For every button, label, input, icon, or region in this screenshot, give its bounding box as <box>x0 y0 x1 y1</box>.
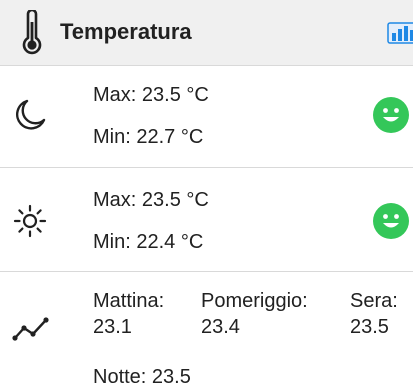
pomeriggio-label: Pomeriggio: <box>201 290 308 312</box>
temperature-app: Temperatura Max: 23.5 °C Min: 22.7 °C Ma… <box>0 0 413 385</box>
header-bar: Temperatura <box>0 0 413 66</box>
thermometer-icon <box>22 10 42 55</box>
night-max-temperature: Max: 23.5 °C <box>93 84 209 106</box>
night-row: Max: 23.5 °C Min: 22.7 °C <box>0 66 413 168</box>
sera-label: Sera: <box>350 290 398 312</box>
notte-value: Notte: 23.5 <box>93 366 191 385</box>
smiley-icon <box>373 97 409 133</box>
mattina-label: Mattina: <box>93 290 165 312</box>
mattina-group: Mattina: 23.1 <box>93 288 164 340</box>
night-min-temperature: Min: 22.7 °C <box>93 126 204 148</box>
trend-row: Mattina: 23.1 Pomeriggio: 23.4 Sera: 23.… <box>0 272 413 385</box>
trend-line-icon <box>12 317 49 341</box>
sera-value: 23.5 <box>350 316 389 338</box>
day-min-temperature: Min: 22.4 °C <box>93 231 204 253</box>
chart-button[interactable] <box>387 20 413 46</box>
day-max-temperature: Max: 23.5 °C <box>93 189 209 211</box>
pomeriggio-value: 23.4 <box>201 316 240 338</box>
day-row: Max: 23.5 °C Min: 22.4 °C <box>0 168 413 272</box>
moon-icon <box>16 99 46 130</box>
mattina-value: 23.1 <box>93 316 132 338</box>
smiley-icon <box>373 203 409 239</box>
page-title: Temperatura <box>60 19 192 44</box>
bar-chart-icon <box>387 22 413 44</box>
sera-group: Sera: 23.5 <box>350 288 398 340</box>
pomeriggio-group: Pomeriggio: 23.4 <box>201 288 308 340</box>
sun-icon <box>13 204 47 238</box>
